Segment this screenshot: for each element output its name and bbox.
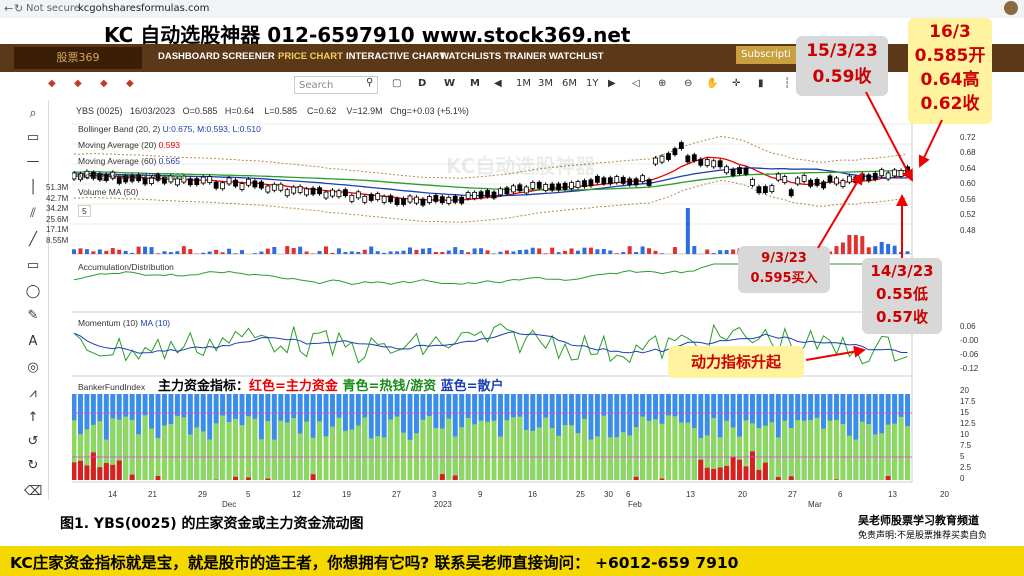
figure-caption: 图1. YBS(0025) 的庄家资金或主力资金流动图 [60, 516, 364, 532]
annotation-arrows [805, 91, 943, 361]
footer-text: KC庄家资金指标就是宝，就是股市的造王者，你想拥有它吗? 联系吴老师直接询问： … [10, 554, 739, 572]
disclaimer: 免责声明:不是股票推荐买卖自负 [858, 531, 988, 541]
channel-name: 吴老师股票学习教育频道 [858, 514, 979, 527]
